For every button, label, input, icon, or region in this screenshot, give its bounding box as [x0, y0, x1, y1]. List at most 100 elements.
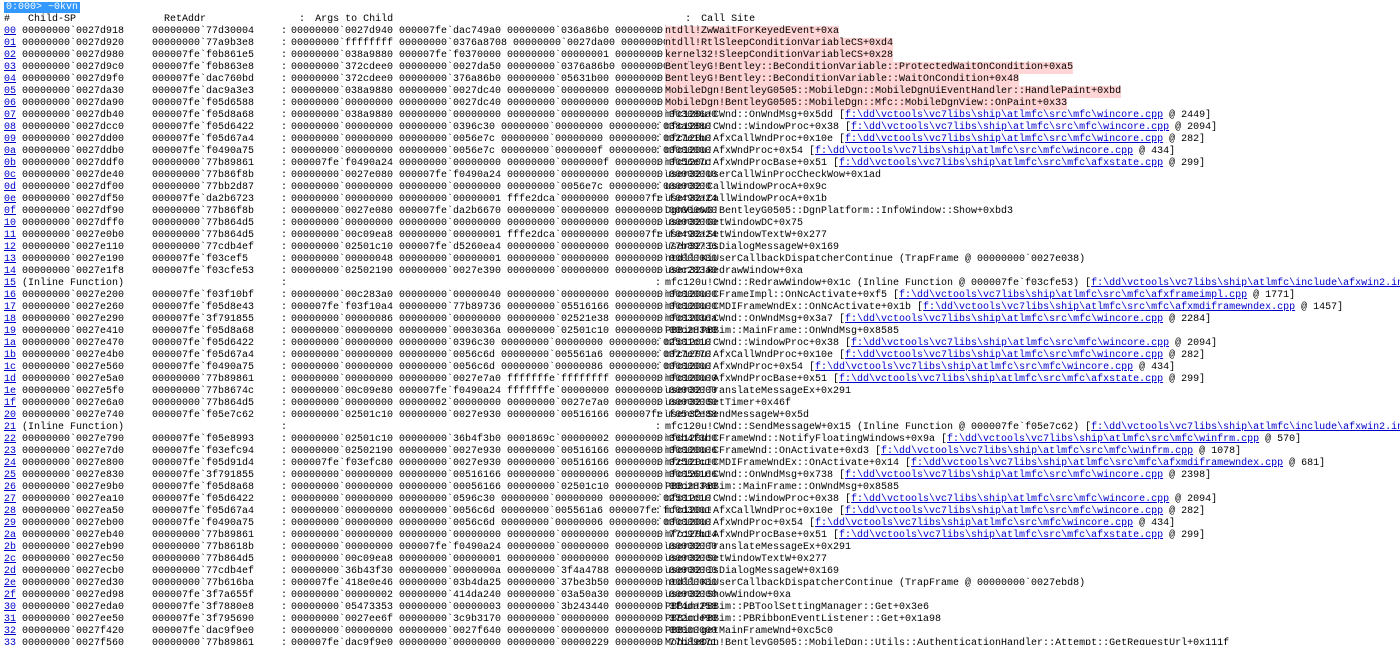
call-site: user32!SetWindowTextW+0x277: [665, 230, 827, 242]
child-sp: 00000000`0027e470: [22, 338, 152, 350]
child-sp: 00000000`0027eb00: [22, 518, 152, 530]
frame-index-link[interactable]: 0c: [4, 170, 22, 182]
ret-addr: 000007fe`f03cfe53: [152, 266, 277, 278]
frame-index-link[interactable]: 0a: [4, 146, 22, 158]
frame-index-link[interactable]: 2f: [4, 590, 22, 602]
frame-index-link[interactable]: 2d: [4, 566, 22, 578]
child-sp: 00000000`0027e6a0: [22, 398, 152, 410]
call-site-symbol: mfc120u!AfxCallWndProc+0x10e [: [665, 350, 845, 361]
frame-index-link[interactable]: 17: [4, 302, 22, 314]
sep: :: [651, 350, 665, 362]
sep: :: [651, 374, 665, 386]
frame-index-link[interactable]: 06: [4, 98, 22, 110]
source-file-link[interactable]: f:\dd\vctools\vc7libs\ship\atlmfc\src\mf…: [881, 446, 1193, 457]
frame-index-link[interactable]: 2b: [4, 542, 22, 554]
frame-index-link[interactable]: 14: [4, 266, 22, 278]
frame-index-link[interactable]: 23: [4, 446, 22, 458]
frame-index-link[interactable]: 15: [4, 278, 22, 290]
source-file-link[interactable]: f:\dd\vctools\vc7libs\ship\atlmfc\src\mf…: [899, 290, 1247, 301]
child-sp: 00000000`0027df50: [22, 194, 152, 206]
frame-index-link[interactable]: 33: [4, 638, 22, 645]
frame-index-link[interactable]: 08: [4, 122, 22, 134]
source-file-link[interactable]: f:\dd\vctools\vc7libs\ship\atlmfc\src\mf…: [851, 338, 1169, 349]
source-file-link[interactable]: f:\dd\vctools\vc7libs\ship\atlmfc\src\mf…: [839, 158, 1163, 169]
source-file-link[interactable]: f:\dd\vctools\vc7libs\ship\atlmfc\src\mf…: [845, 134, 1163, 145]
call-site: user32!IsDialogMessageW+0x169: [665, 566, 839, 578]
call-site: user32!TranslateMessageEx+0x291: [665, 542, 851, 554]
source-file-link[interactable]: f:\dd\vctools\vc7libs\ship\atlmfc\includ…: [1091, 278, 1400, 289]
source-file-link[interactable]: f:\dd\vctools\vc7libs\ship\atlmfc\src\mf…: [851, 494, 1169, 505]
frame-index-link[interactable]: 21: [4, 422, 22, 434]
frame-index-link[interactable]: 01: [4, 38, 22, 50]
frame-index-link[interactable]: 2a: [4, 530, 22, 542]
source-file-link[interactable]: f:\dd\vctools\vc7libs\ship\atlmfc\src\mf…: [845, 470, 1163, 481]
frame-index-link[interactable]: 2c: [4, 554, 22, 566]
stack-frame-row: 1000000000`0027dff000000000`77b864d5:000…: [4, 218, 1396, 230]
frame-index-link[interactable]: 32: [4, 626, 22, 638]
source-file-link[interactable]: f:\dd\vctools\vc7libs\ship\atlmfc\src\mf…: [815, 362, 1133, 373]
stack-frame-row: 2400000000`0027e800000007fe`f05d91d4:000…: [4, 458, 1396, 470]
frame-index-link[interactable]: 24: [4, 458, 22, 470]
source-file-link[interactable]: f:\dd\vctools\vc7libs\ship\atlmfc\src\mf…: [839, 374, 1163, 385]
frame-index-link[interactable]: 16: [4, 290, 22, 302]
source-file-link[interactable]: f:\dd\vctools\vc7libs\ship\atlmfc\src\mf…: [839, 530, 1163, 541]
source-file-link[interactable]: f:\dd\vctools\vc7libs\ship\atlmfc\includ…: [1091, 422, 1400, 433]
ret-addr: 00000000`77b89861: [152, 374, 277, 386]
frame-index-link[interactable]: 19: [4, 326, 22, 338]
source-file-link[interactable]: f:\dd\vctools\vc7libs\ship\atlmfc\src\mf…: [815, 146, 1133, 157]
sep: :: [277, 86, 291, 98]
source-file-link[interactable]: f:\dd\vctools\vc7libs\ship\atlmfc\src\mf…: [845, 110, 1163, 121]
frame-index-link[interactable]: 25: [4, 470, 22, 482]
frame-index-link[interactable]: 09: [4, 134, 22, 146]
frame-index-link[interactable]: 04: [4, 74, 22, 86]
source-file-link[interactable]: f:\dd\vctools\vc7libs\ship\atlmfc\src\mf…: [911, 458, 1283, 469]
frame-index-link[interactable]: 10: [4, 218, 22, 230]
frame-index-link[interactable]: 0e: [4, 194, 22, 206]
frame-index-link[interactable]: 07: [4, 110, 22, 122]
frame-index-link[interactable]: 26: [4, 482, 22, 494]
frame-index-link[interactable]: 20: [4, 410, 22, 422]
frame-index-link[interactable]: 00: [4, 26, 22, 38]
args-to-child: 00000000`02501c10 00000000`0027e930 0000…: [291, 410, 651, 422]
frame-index-link[interactable]: 12: [4, 242, 22, 254]
sep: :: [277, 626, 291, 638]
frame-index-link[interactable]: 31: [4, 614, 22, 626]
frame-index-link[interactable]: 1a: [4, 338, 22, 350]
frame-index-link[interactable]: 1d: [4, 374, 22, 386]
frame-index-link[interactable]: 18: [4, 314, 22, 326]
frame-index-link[interactable]: 28: [4, 506, 22, 518]
source-file-link[interactable]: f:\dd\vctools\vc7libs\ship\atlmfc\src\mf…: [923, 302, 1295, 313]
frame-index-link[interactable]: 27: [4, 494, 22, 506]
frame-index-link[interactable]: 30: [4, 602, 22, 614]
frame-index-link[interactable]: 1c: [4, 362, 22, 374]
source-file-link[interactable]: f:\dd\vctools\vc7libs\ship\atlmfc\src\mf…: [947, 434, 1259, 445]
frame-index-link[interactable]: 0b: [4, 158, 22, 170]
frame-index-link[interactable]: 0f: [4, 206, 22, 218]
args-to-child: 00000000`00000000 00000000`00000000 0000…: [291, 530, 651, 542]
child-sp: 00000000`0027f560: [22, 638, 152, 645]
sep: :: [277, 602, 291, 614]
frame-index-link[interactable]: 1b: [4, 350, 22, 362]
frame-index-link[interactable]: 1e: [4, 386, 22, 398]
frame-index-link[interactable]: 22: [4, 434, 22, 446]
ret-addr: 000007fe`f05d8a68: [152, 482, 277, 494]
call-site-symbol: mfc120u!AfxWndProcBase+0x51 [: [665, 158, 839, 169]
frame-index-link[interactable]: 11: [4, 230, 22, 242]
source-file-link[interactable]: f:\dd\vctools\vc7libs\ship\atlmfc\src\mf…: [845, 350, 1163, 361]
frame-index-link[interactable]: 1f: [4, 398, 22, 410]
source-file-link[interactable]: f:\dd\vctools\vc7libs\ship\atlmfc\src\mf…: [815, 518, 1133, 529]
source-file-link[interactable]: f:\dd\vctools\vc7libs\ship\atlmfc\src\mf…: [845, 314, 1163, 325]
frame-index-link[interactable]: 29: [4, 518, 22, 530]
source-file-link[interactable]: f:\dd\vctools\vc7libs\ship\atlmfc\src\mf…: [851, 122, 1169, 133]
frame-index-link[interactable]: 0d: [4, 182, 22, 194]
child-sp: 00000000`0027da30: [22, 86, 152, 98]
source-file-link[interactable]: f:\dd\vctools\vc7libs\ship\atlmfc\src\mf…: [845, 506, 1163, 517]
args-to-child: 00000000`00000000 00000000`0056e7c 00000…: [291, 146, 651, 158]
frame-index-link[interactable]: 2e: [4, 578, 22, 590]
sep: :: [277, 566, 291, 578]
frame-index-link[interactable]: 03: [4, 62, 22, 74]
hdr-sep: :: [295, 14, 309, 26]
frame-index-link[interactable]: 05: [4, 86, 22, 98]
frame-index-link[interactable]: 02: [4, 50, 22, 62]
frame-index-link[interactable]: 13: [4, 254, 22, 266]
